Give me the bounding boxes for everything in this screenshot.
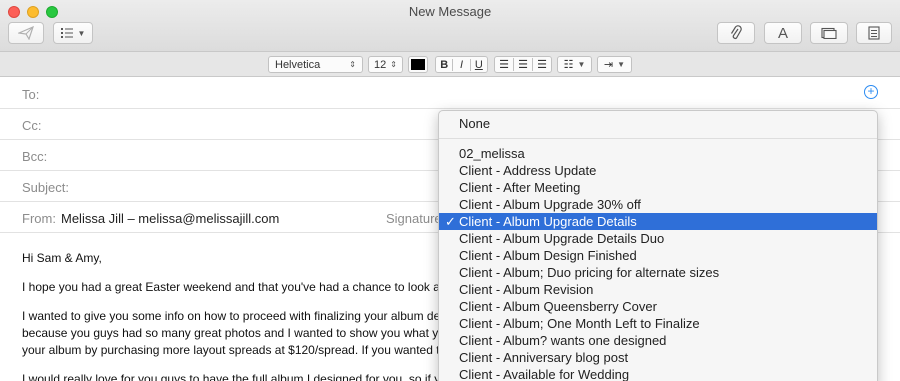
signature-option[interactable]: Client - Album Revision xyxy=(439,281,877,298)
signature-option-label: Client - After Meeting xyxy=(459,180,581,195)
chevron-down-icon: ▼ xyxy=(617,60,626,69)
signature-label: Signature xyxy=(386,211,442,226)
from-select[interactable]: Melissa Jill – melissa@melissajill.com xyxy=(61,211,279,226)
signature-option-label: Client - Album Upgrade Details Duo xyxy=(459,231,665,246)
signature-option-list: 02_melissa Client - Address Update Client … xyxy=(439,145,877,381)
window-title: New Message xyxy=(408,4,492,19)
signature-option[interactable]: Client - Album? wants one designed xyxy=(439,332,877,349)
font-family-value: Helvetica xyxy=(275,58,321,71)
color-swatch-icon xyxy=(411,59,425,70)
signature-option-label: Client - Album; One Month Left to Finali… xyxy=(459,316,700,331)
body-greeting: Hi Sam & Amy, xyxy=(22,251,102,265)
format-button[interactable]: A xyxy=(764,22,802,44)
signature-option-label: Client - Album? wants one designed xyxy=(459,333,667,348)
alignment-group: ☰ ☰ ☰ xyxy=(494,56,552,73)
send-button[interactable] xyxy=(8,22,44,44)
signature-option[interactable]: Client - Album; One Month Left to Finali… xyxy=(439,315,877,332)
indent-icon: ⇥ xyxy=(603,59,614,71)
attach-button[interactable] xyxy=(717,22,755,44)
list-icon xyxy=(60,28,73,38)
from-label: From: xyxy=(22,211,56,226)
signature-option-label: 02_melissa xyxy=(459,146,525,161)
align-center-icon[interactable]: ☰ xyxy=(514,58,533,71)
signature-option[interactable]: Client - Anniversary blog post xyxy=(439,349,877,366)
bcc-label: Bcc: xyxy=(22,149,48,164)
format-bar: Helvetica ⇕ 12 ⇕ B I U ☰ ☰ ☰ ☷ ▼ ⇥ ▼ xyxy=(0,52,900,77)
signature-option-label: Client - Address Update xyxy=(459,163,597,178)
message-body[interactable]: Hi Sam & Amy, I hope you had a great Eas… xyxy=(22,250,442,381)
chevron-down-icon: ▼ xyxy=(577,60,586,69)
cc-label: Cc: xyxy=(22,118,42,133)
paper-plane-icon xyxy=(18,26,34,40)
photo-browser-icon xyxy=(821,27,837,39)
menu-separator xyxy=(439,138,877,139)
align-right-icon[interactable]: ☰ xyxy=(533,58,551,71)
to-field[interactable]: To: + xyxy=(0,78,900,109)
font-family-select[interactable]: Helvetica ⇕ xyxy=(268,56,363,73)
signature-option[interactable]: Client - Album Design Finished xyxy=(439,247,877,264)
up-down-arrows-icon: ⇕ xyxy=(349,60,356,69)
bold-button[interactable]: B xyxy=(436,58,454,71)
bulleted-list-icon: ☷ xyxy=(563,59,574,71)
chevron-down-icon: ▼ xyxy=(77,28,86,38)
up-down-arrows-icon: ⇕ xyxy=(390,60,397,69)
signature-option[interactable]: Client - Available for Wedding xyxy=(439,366,877,381)
header-fields-button[interactable]: ▼ xyxy=(53,22,93,44)
signature-option[interactable]: Client - Album Upgrade Details Duo xyxy=(439,230,877,247)
signature-option[interactable]: Client - Album Upgrade 30% off xyxy=(439,196,877,213)
signature-option[interactable]: Client - Album Queensberry Cover xyxy=(439,298,877,315)
signature-option-label: Client - Available for Wedding xyxy=(459,367,630,381)
text-color-button[interactable] xyxy=(408,56,428,73)
body-paragraph-2-line-3: your album by purchasing more layout spr… xyxy=(22,343,442,357)
indent-button[interactable]: ⇥ ▼ xyxy=(597,56,632,73)
signature-option-label: Client - Album Revision xyxy=(459,282,594,297)
italic-button[interactable]: I xyxy=(453,58,471,71)
stationery-icon xyxy=(868,26,880,40)
signature-option-label: Client - Anniversary blog post xyxy=(459,350,629,365)
text-style-group: B I U xyxy=(435,56,488,73)
paperclip-icon xyxy=(730,25,742,39)
list-style-button[interactable]: ☷ ▼ xyxy=(557,56,592,73)
body-paragraph-3: I would really love for you guys to have… xyxy=(22,372,442,381)
signature-option-label: Client - Album Upgrade 30% off xyxy=(459,197,641,212)
stationery-button[interactable] xyxy=(856,22,892,44)
title-bar: New Message ▼ A xyxy=(0,0,900,52)
body-paragraph-2-line-1: I wanted to give you some info on how to… xyxy=(22,309,442,323)
signature-option-label: Client - Album Upgrade Details xyxy=(459,214,637,229)
underline-button[interactable]: U xyxy=(471,59,487,71)
signature-option[interactable]: Client - After Meeting xyxy=(439,179,877,196)
signature-option[interactable]: ✓ Client - Album Upgrade Details xyxy=(439,213,877,230)
font-size-select[interactable]: 12 ⇕ xyxy=(368,56,403,73)
font-size-value: 12 xyxy=(374,58,387,71)
signature-option[interactable]: 02_melissa xyxy=(439,145,877,162)
signature-option[interactable]: Client - Address Update xyxy=(439,162,877,179)
photo-browser-button[interactable] xyxy=(810,22,848,44)
signature-option[interactable]: Client - Album; Duo pricing for alternat… xyxy=(439,264,877,281)
checkmark-icon: ✓ xyxy=(445,214,456,229)
add-contact-icon[interactable]: + xyxy=(864,85,878,99)
signature-option-label: Client - Album Queensberry Cover xyxy=(459,299,657,314)
signature-option-label: Client - Album; Duo pricing for alternat… xyxy=(459,265,720,280)
signature-dropdown-menu: None 02_melissa Client - Address Update Cl… xyxy=(438,110,878,381)
to-label: To: xyxy=(22,87,40,102)
body-paragraph-2-line-2: because you guys had so many great photo… xyxy=(22,326,442,340)
signature-option-label: Client - Album Design Finished xyxy=(459,248,637,263)
signature-option-none[interactable]: None xyxy=(439,115,877,132)
subject-label: Subject: xyxy=(22,180,69,195)
body-paragraph-1: I hope you had a great Easter weekend an… xyxy=(22,280,442,294)
align-left-icon[interactable]: ☰ xyxy=(495,58,514,71)
